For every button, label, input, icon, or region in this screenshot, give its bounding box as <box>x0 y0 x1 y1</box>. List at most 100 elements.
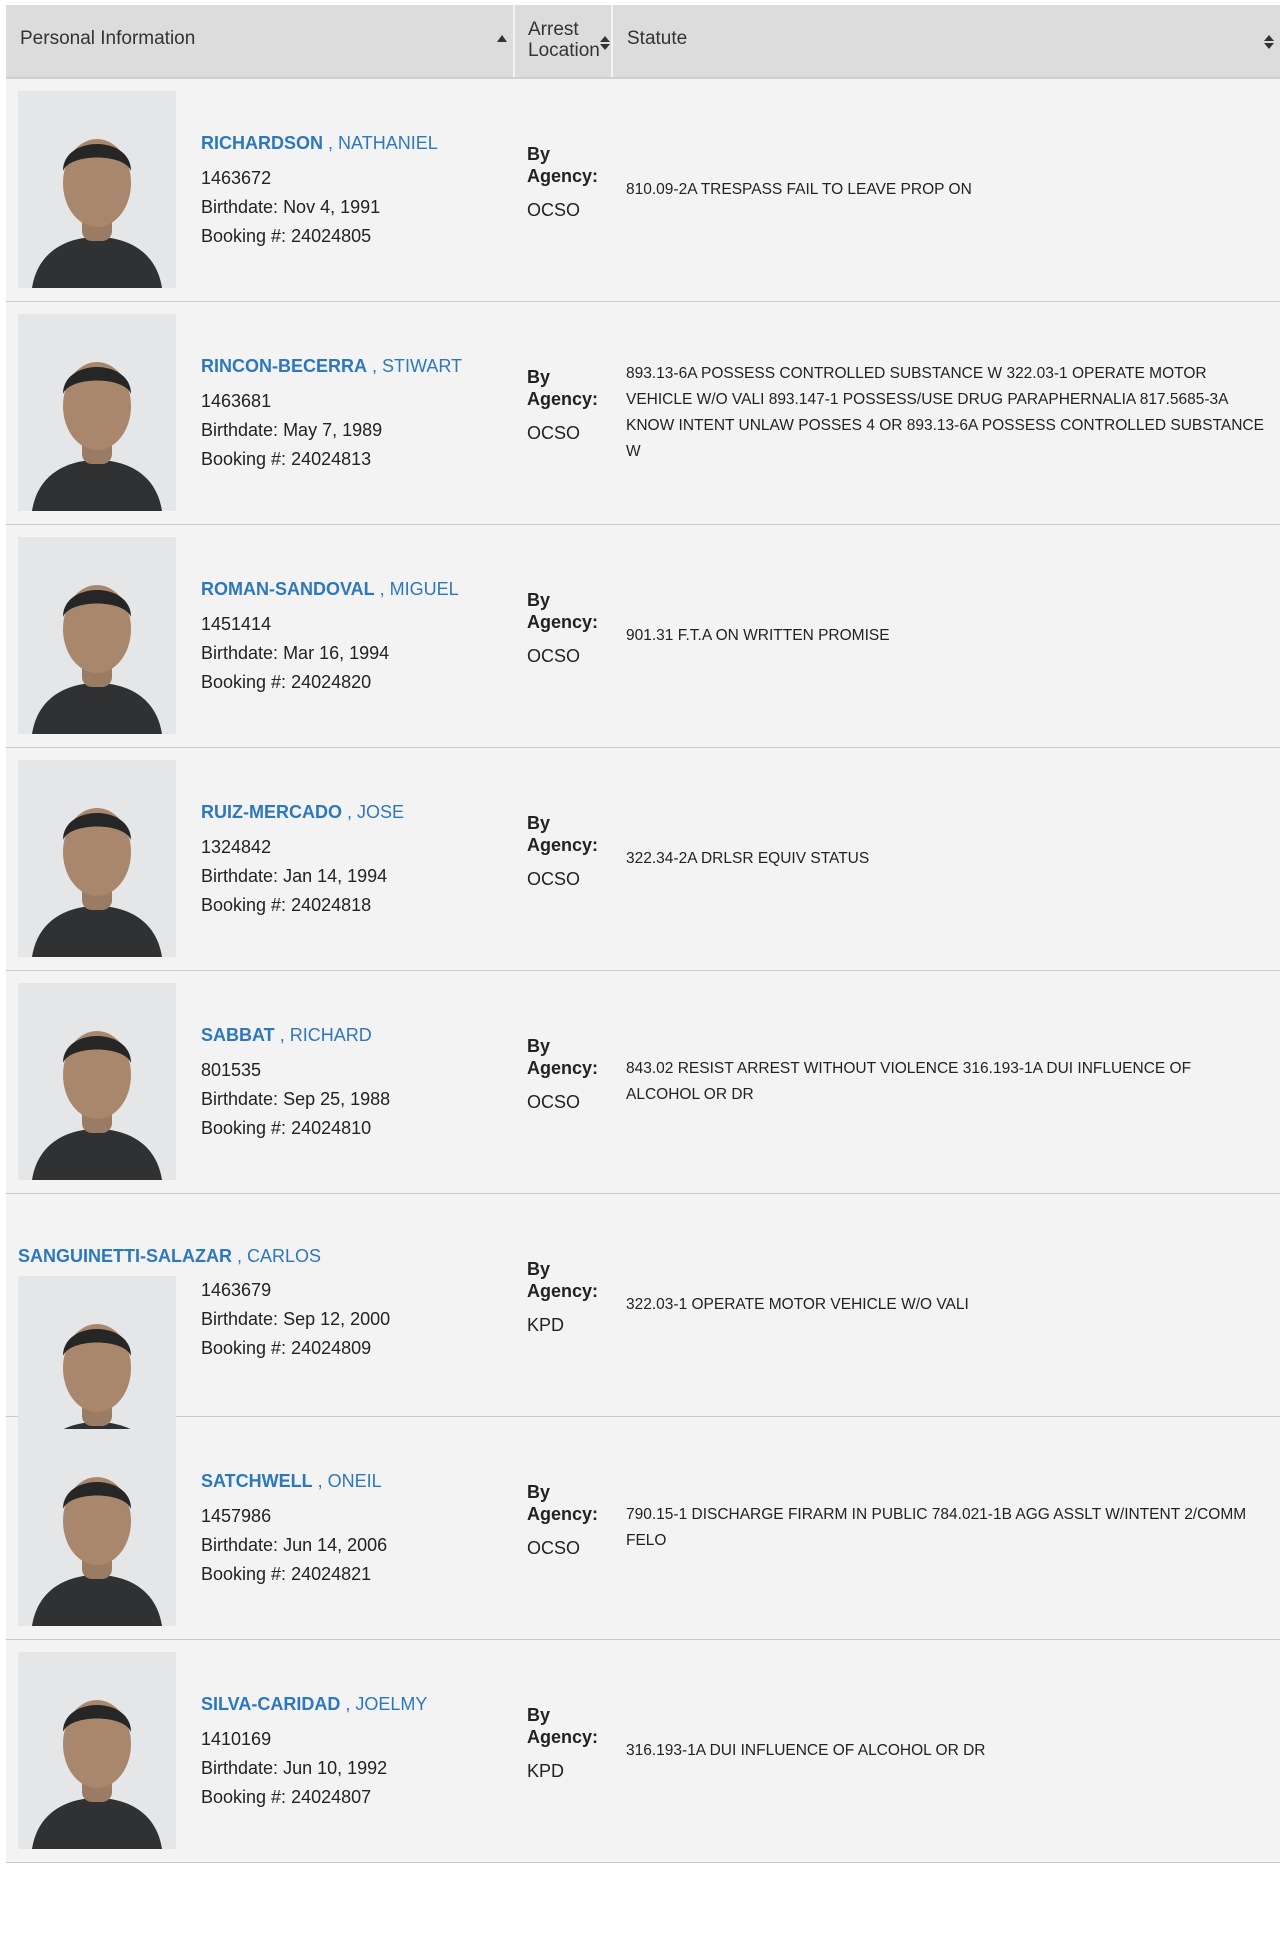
last-name: SABBAT <box>201 1025 275 1045</box>
person-name-link[interactable]: SILVA-CARIDAD , JOELMY <box>201 1690 427 1719</box>
birthdate-value: Nov 4, 1991 <box>283 197 381 217</box>
mugshot-photo[interactable] <box>18 760 176 957</box>
booking-number: Booking #: 24024809 <box>201 1334 390 1363</box>
sort-ascending-icon <box>497 35 505 42</box>
agency-value: OCSO <box>527 200 581 220</box>
birthdate-label: Birthdate: <box>201 1309 279 1329</box>
person-id: 1410169 <box>201 1729 272 1749</box>
mugshot-photo[interactable] <box>18 91 176 288</box>
person-id: 1451414 <box>201 614 272 634</box>
birthdate: Birthdate: Jan 14, 1994 <box>201 862 404 891</box>
last-name: SANGUINETTI-SALAZAR <box>18 1246 232 1266</box>
arrest-location-cell: By Agency: KPD <box>515 1194 613 1416</box>
person-id: 1463672 <box>201 168 272 188</box>
birthdate-label: Birthdate: <box>201 1758 279 1778</box>
first-name: , JOSE <box>347 802 405 822</box>
column-header-personal-information[interactable]: Personal Information <box>6 5 515 77</box>
arrest-location-cell: By Agency: KPD <box>515 1640 613 1862</box>
table-row: RINCON-BECERRA , STIWART 1463681 Birthda… <box>6 302 1280 525</box>
person-name-link[interactable]: RUIZ-MERCADO , JOSE <box>201 798 404 827</box>
by-label: By <box>527 1259 551 1279</box>
booking-number: Booking #: 24024813 <box>201 445 462 474</box>
table-header: Personal Information Arrest Location Sta… <box>6 5 1280 79</box>
personal-info-cell: SILVA-CARIDAD , JOELMY 1410169 Birthdate… <box>6 1640 515 1862</box>
birthdate: Birthdate: Sep 12, 2000 <box>201 1305 390 1334</box>
last-name: ROMAN-SANDOVAL <box>201 579 375 599</box>
personal-info-cell: SATCHWELL , ONEIL 1457986 Birthdate: Jun… <box>6 1417 515 1639</box>
booking-label: Booking #: <box>201 1118 287 1138</box>
booking-label: Booking #: <box>201 1338 287 1358</box>
person-name-link[interactable]: SABBAT , RICHARD <box>201 1021 390 1050</box>
booking-value: 24024821 <box>291 1564 372 1584</box>
statute-cell: 810.09-2A TRESPASS FAIL TO LEAVE PROP ON <box>613 79 1280 301</box>
birthdate-label: Birthdate: <box>201 1535 279 1555</box>
birthdate-value: Jan 14, 1994 <box>283 866 388 886</box>
statute-cell: 322.03-1 OPERATE MOTOR VEHICLE W/O VALI <box>613 1194 1280 1416</box>
personal-info-cell: RUIZ-MERCADO , JOSE 1324842 Birthdate: J… <box>6 748 515 970</box>
agency-label: Agency: <box>527 1504 599 1524</box>
mugshot-photo[interactable] <box>18 983 176 1180</box>
table-row: SANGUINETTI-SALAZAR , CARLOS 1463679 Bir… <box>6 1194 1280 1473</box>
first-name: , NATHANIEL <box>328 133 438 153</box>
booking-value: 24024818 <box>291 895 372 915</box>
person-id: 801535 <box>201 1060 262 1080</box>
agency-value: OCSO <box>527 646 581 666</box>
person-id: 1324842 <box>201 837 272 857</box>
mugshot-photo[interactable] <box>18 314 176 511</box>
arrest-agency: By Agency: OCSO <box>527 1481 598 1559</box>
person-info: ROMAN-SANDOVAL , MIGUEL 1451414 Birthdat… <box>201 575 459 697</box>
booking-label: Booking #: <box>201 1787 287 1807</box>
arrest-location-cell: By Agency: OCSO <box>515 1417 613 1639</box>
person-name-link[interactable]: SATCHWELL , ONEIL <box>201 1467 387 1496</box>
person-info: RICHARDSON , NATHANIEL 1463672 Birthdate… <box>201 129 438 251</box>
birthdate-value: Sep 25, 1988 <box>283 1089 391 1109</box>
column-header-label: Location <box>528 40 600 61</box>
birthdate-label: Birthdate: <box>201 866 279 886</box>
first-name: , JOELMY <box>345 1694 428 1714</box>
person-name-link[interactable]: ROMAN-SANDOVAL , MIGUEL <box>201 575 459 604</box>
statute-cell: 901.31 F.T.A ON WRITTEN PROMISE <box>613 525 1280 747</box>
birthdate-label: Birthdate: <box>201 643 279 663</box>
agency-value: OCSO <box>527 869 581 889</box>
person-info: SILVA-CARIDAD , JOELMY 1410169 Birthdate… <box>201 1690 427 1812</box>
booking-number: Booking #: 24024820 <box>201 668 459 697</box>
birthdate: Birthdate: Sep 25, 1988 <box>201 1085 390 1114</box>
arrest-location-cell: By Agency: OCSO <box>515 748 613 970</box>
agency-label: Agency: <box>527 1727 599 1747</box>
agency-label: Agency: <box>527 1058 599 1078</box>
mugshot-photo[interactable] <box>18 1429 176 1626</box>
by-label: By <box>527 1036 551 1056</box>
last-name: RINCON-BECERRA <box>201 356 367 376</box>
by-label: By <box>527 590 551 610</box>
booking-label: Booking #: <box>201 895 287 915</box>
statute-text: 893.13-6A POSSESS CONTROLLED SUBSTANCE W… <box>626 365 1264 460</box>
booking-number: Booking #: 24024821 <box>201 1560 387 1589</box>
person-name-link[interactable]: RINCON-BECERRA , STIWART <box>201 352 462 381</box>
person-name-link[interactable]: SANGUINETTI-SALAZAR , CARLOS <box>18 1246 321 1267</box>
table-row: RUIZ-MERCADO , JOSE 1324842 Birthdate: J… <box>6 748 1280 971</box>
first-name: , RICHARD <box>279 1025 372 1045</box>
arrest-location-cell: By Agency: OCSO <box>515 971 613 1193</box>
booking-label: Booking #: <box>201 449 287 469</box>
arrest-agency: By Agency: KPD <box>527 1258 598 1336</box>
person-id: 1463679 <box>201 1280 272 1300</box>
arrest-agency: By Agency: OCSO <box>527 143 598 221</box>
booking-value: 24024805 <box>291 226 372 246</box>
column-header-label: Personal Information <box>20 28 196 49</box>
agency-label: Agency: <box>527 835 599 855</box>
birthdate-value: Mar 16, 1994 <box>283 643 390 663</box>
column-header-arrest-location[interactable]: Arrest Location <box>515 5 613 77</box>
mugshot-photo[interactable] <box>18 537 176 734</box>
person-name-link[interactable]: RICHARDSON , NATHANIEL <box>201 129 438 158</box>
column-header-statute[interactable]: Statute <box>613 5 1280 77</box>
birthdate-label: Birthdate: <box>201 420 279 440</box>
agency-label: Agency: <box>527 389 599 409</box>
arrest-agency: By Agency: OCSO <box>527 812 598 890</box>
first-name: , CARLOS <box>237 1246 322 1266</box>
mugshot-photo[interactable] <box>18 1652 176 1849</box>
arrest-agency: By Agency: OCSO <box>527 1035 598 1113</box>
arrest-agency: By Agency: KPD <box>527 1704 598 1782</box>
arrest-location-cell: By Agency: OCSO <box>515 79 613 301</box>
person-info: RINCON-BECERRA , STIWART 1463681 Birthda… <box>201 352 462 474</box>
statute-cell: 316.193-1A DUI INFLUENCE OF ALCOHOL OR D… <box>613 1640 1280 1862</box>
